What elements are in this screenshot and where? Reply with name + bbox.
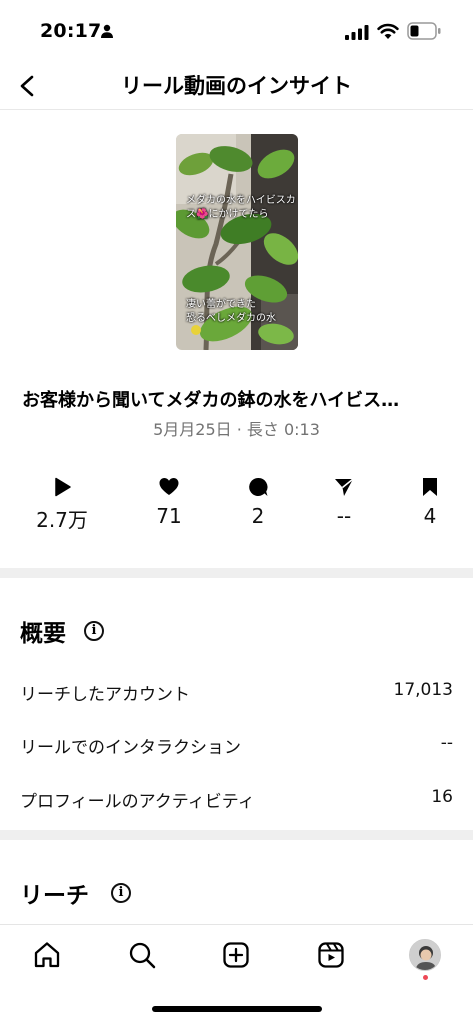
stat-saves-value: 4 <box>423 504 437 528</box>
thumbnail-caption-2: 凄い蕾ができた 恐るべしメダカの水 <box>186 299 276 324</box>
person-icon <box>101 24 113 38</box>
reel-thumbnail[interactable]: メダカの水をハイビスカ ス🌺にかけてたら 凄い蕾ができた 恐るべしメダカの水 <box>176 134 298 350</box>
home-icon <box>34 942 60 968</box>
nav-profile-button[interactable] <box>405 935 445 980</box>
overview-row-profile-activity: プロフィールのアクティビティ 16 <box>20 787 453 812</box>
status-time: 20:17 <box>40 20 102 42</box>
stat-shares: -- <box>304 476 384 528</box>
overview-row-label: リーチしたアカウント <box>20 685 190 705</box>
stat-shares-value: -- <box>336 504 352 528</box>
info-icon[interactable]: i <box>111 883 131 903</box>
bottom-nav <box>0 924 473 984</box>
section-separator <box>0 568 473 578</box>
reel-title: お客様から聞いてメダカの鉢の水をハイビス… <box>22 390 400 411</box>
overview-row-value: -- <box>440 733 453 753</box>
create-icon <box>223 942 249 968</box>
bookmark-icon <box>423 478 437 496</box>
nav-home-button[interactable] <box>27 935 67 975</box>
stat-comments-value: 2 <box>251 504 265 528</box>
stat-plays: 2.7万 <box>22 476 102 533</box>
nav-reels-button[interactable] <box>311 935 351 975</box>
overview-title: 概要 <box>20 621 66 647</box>
reels-icon <box>318 942 344 968</box>
info-icon[interactable]: i <box>84 621 104 641</box>
signal-icon <box>345 25 369 40</box>
wifi-icon <box>377 23 399 39</box>
stat-saves: 4 <box>390 476 470 528</box>
heart-icon <box>159 478 179 495</box>
nav-create-button[interactable] <box>216 935 256 975</box>
notification-dot <box>423 975 428 980</box>
stat-likes: 71 <box>129 476 209 528</box>
battery-icon <box>407 22 441 40</box>
comment-icon <box>249 477 268 496</box>
overview-row-label: リールでのインタラクション <box>20 738 241 758</box>
stat-plays-value: 2.7万 <box>36 508 88 532</box>
play-icon <box>55 477 71 497</box>
overview-row-value: 16 <box>431 787 453 807</box>
thumbnail-caption-1: メダカの水をハイビスカ ス🌺にかけてたら <box>186 195 296 220</box>
stat-comments: 2 <box>218 476 298 528</box>
reach-title: リーチ <box>20 883 89 909</box>
stat-likes-value: 71 <box>156 504 182 528</box>
status-bar: 20:17 <box>0 0 473 62</box>
share-icon <box>335 478 354 496</box>
section-separator <box>0 830 473 840</box>
overview-row-interactions: リールでのインタラクション -- <box>20 733 453 758</box>
overview-row-value: 17,013 <box>393 680 453 700</box>
page-title: リール動画のインサイト <box>121 74 352 98</box>
profile-avatar <box>409 939 441 971</box>
home-indicator <box>152 1006 322 1012</box>
reel-meta: 5月月25日 · 長さ 0:13 <box>153 420 320 439</box>
overview-row-accounts-reached: リーチしたアカウント 17,013 <box>20 680 453 705</box>
overview-row-label: プロフィールのアクティビティ <box>20 792 255 812</box>
header-bar: リール動画のインサイト <box>0 62 473 110</box>
nav-search-button[interactable] <box>122 935 162 975</box>
search-icon <box>129 942 156 969</box>
